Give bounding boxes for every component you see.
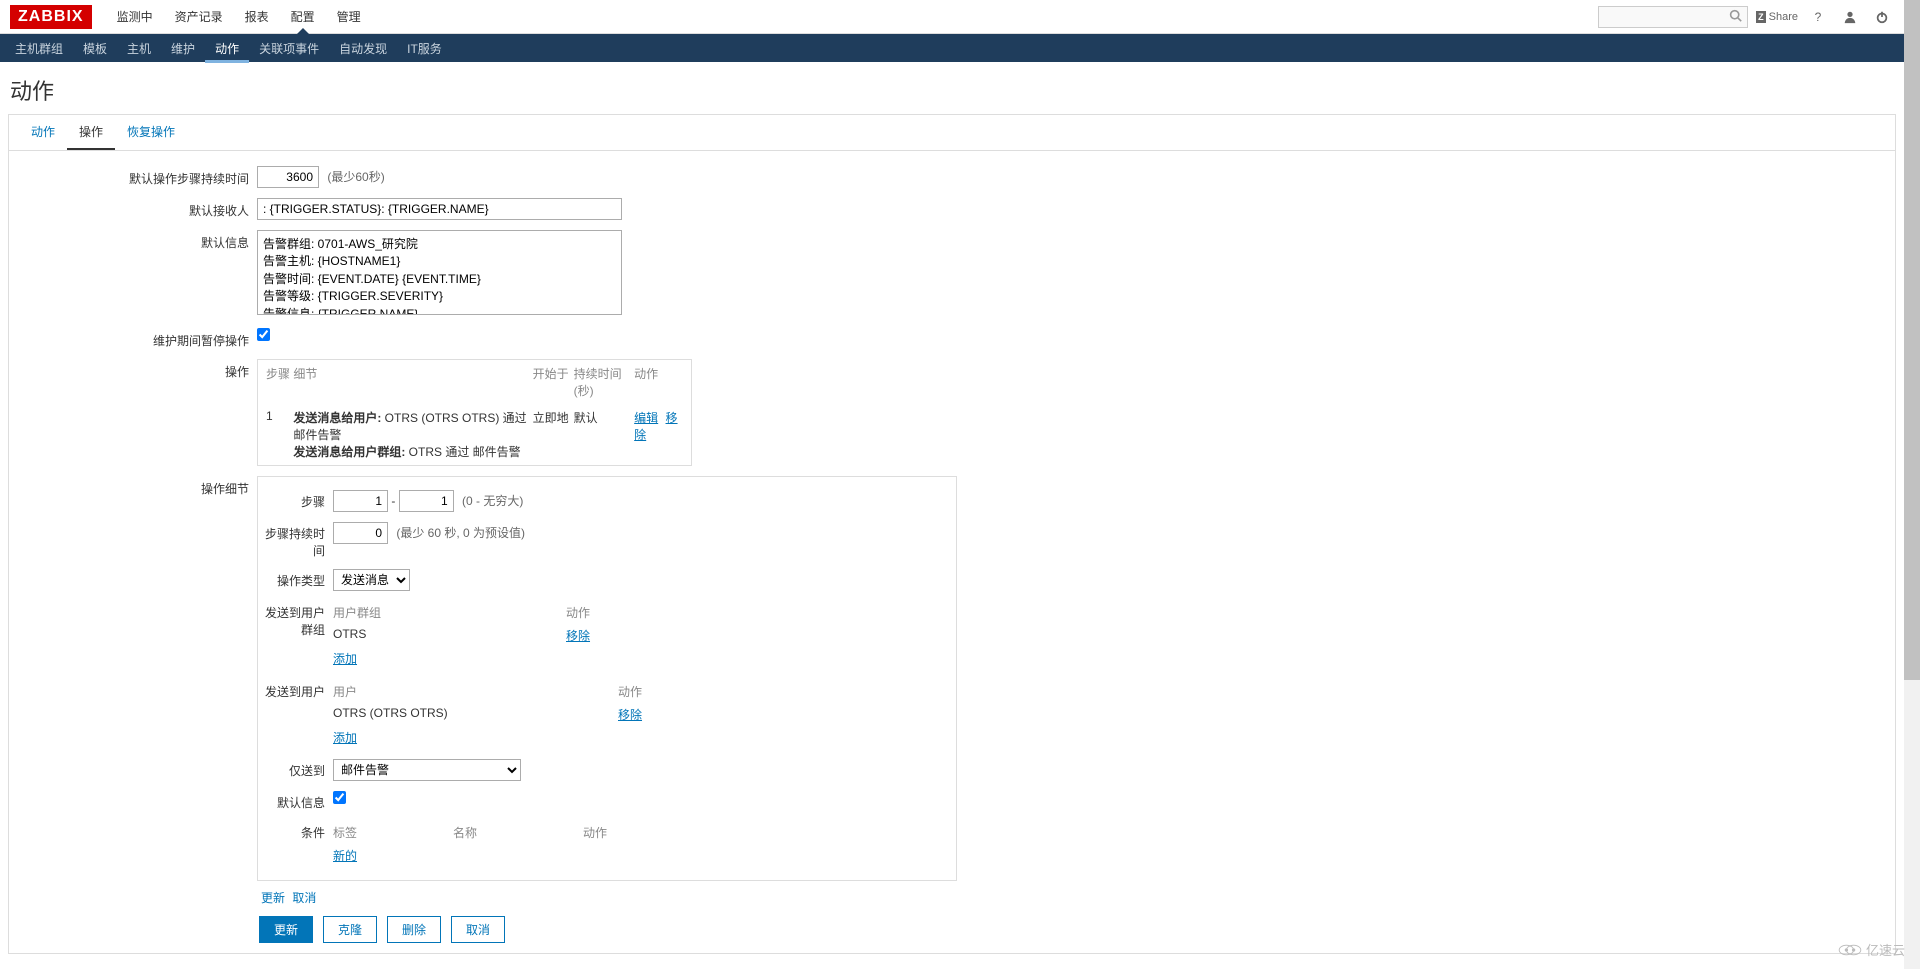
- th-cond-name: 名称: [453, 824, 583, 841]
- operation-details-box: 步骤 - (0 - 无穷大) 步骤持续时间 (最少 6: [257, 476, 957, 881]
- ops-step: 1: [266, 409, 293, 460]
- dlabel-send-group: 发送到用户群组: [258, 601, 333, 638]
- watermark: 亿速云: [1838, 940, 1905, 959]
- topbar-right: ZShare ?: [1598, 5, 1894, 29]
- list-item: OTRS 移除: [333, 624, 956, 647]
- label-operations: 操作: [9, 359, 257, 380]
- subnav-discovery[interactable]: 自动发现: [329, 34, 397, 63]
- group-name: OTRS: [333, 627, 566, 644]
- tab-operations[interactable]: 操作: [67, 115, 115, 150]
- th-action-2: 动作: [618, 683, 678, 700]
- logo[interactable]: ZABBIX: [10, 5, 92, 29]
- dlabel-op-type: 操作类型: [258, 569, 333, 589]
- update-button[interactable]: 更新: [259, 916, 313, 943]
- group-remove-link[interactable]: 移除: [566, 629, 590, 643]
- scrollbar[interactable]: [1904, 0, 1920, 969]
- label-default-step-duration: 默认操作步骤持续时间: [9, 166, 257, 187]
- scrollbar-thumb[interactable]: [1904, 0, 1920, 680]
- subnav-hosts[interactable]: 主机: [117, 34, 161, 63]
- subnav-hostgroups[interactable]: 主机群组: [5, 34, 73, 63]
- cancel-button[interactable]: 取消: [451, 916, 505, 943]
- form-buttons: 更新 克隆 删除 取消: [259, 916, 1895, 943]
- group-add-link[interactable]: 添加: [333, 650, 357, 667]
- ops-h-dur: 持续时间(秒): [574, 365, 635, 399]
- operations-table: 步骤 细节 开始于 持续时间(秒) 动作 1 发送消息给用户: OTRS (OT…: [257, 359, 692, 466]
- topnav-inventory[interactable]: 资产记录: [165, 0, 233, 33]
- subnav-maintenance[interactable]: 维护: [161, 34, 205, 63]
- dlabel-only-send: 仅送到: [258, 759, 333, 779]
- checkbox-pause-maintenance[interactable]: [257, 328, 270, 341]
- ops-dur: 默认: [574, 409, 635, 460]
- label-default-recipient: 默认接收人: [9, 198, 257, 219]
- input-default-recipient[interactable]: [257, 198, 622, 220]
- detail-update-link[interactable]: 更新: [261, 891, 285, 905]
- label-operation-details: 操作细节: [9, 476, 257, 497]
- user-remove-link[interactable]: 移除: [618, 708, 642, 722]
- input-default-step-duration[interactable]: [257, 166, 319, 188]
- label-pause-maintenance: 维护期间暂停操作: [9, 328, 257, 349]
- tab-action[interactable]: 动作: [19, 115, 67, 150]
- tab-recovery[interactable]: 恢复操作: [115, 115, 187, 150]
- user-icon[interactable]: [1838, 5, 1862, 29]
- user-name: OTRS (OTRS OTRS): [333, 706, 618, 723]
- label-default-message: 默认信息: [9, 230, 257, 251]
- topnav-reports[interactable]: 报表: [235, 0, 279, 33]
- table-row: 1 发送消息给用户: OTRS (OTRS OTRS) 通过 邮件告警 发送消息…: [258, 404, 691, 465]
- input-default-message[interactable]: [257, 230, 622, 315]
- topnav-monitoring[interactable]: 监测中: [107, 0, 163, 33]
- list-item: OTRS (OTRS OTRS) 移除: [333, 703, 956, 726]
- dlabel-default-msg: 默认信息: [258, 791, 333, 811]
- detail-cancel-link[interactable]: 取消: [292, 891, 316, 905]
- ops-h-act: 动作: [634, 365, 683, 399]
- th-user: 用户: [333, 683, 618, 700]
- dlabel-step: 步骤: [258, 490, 333, 510]
- user-add-link[interactable]: 添加: [333, 729, 357, 746]
- clone-button[interactable]: 克隆: [323, 916, 377, 943]
- topnav-config[interactable]: 配置: [281, 0, 325, 33]
- checkbox-default-msg[interactable]: [333, 791, 346, 804]
- input-step-from[interactable]: [333, 490, 388, 512]
- search-input[interactable]: [1598, 6, 1748, 28]
- ops-edit-link[interactable]: 编辑: [634, 411, 658, 425]
- page-title: 动作: [0, 62, 1904, 114]
- hint-default-step-duration: (最少60秒): [327, 170, 384, 184]
- power-icon[interactable]: [1870, 5, 1894, 29]
- subnav-itservices[interactable]: IT服务: [397, 34, 452, 63]
- topbar: ZABBIX 监测中 资产记录 报表 配置 管理 ZShare ?: [0, 0, 1904, 34]
- share-button[interactable]: ZShare: [1756, 11, 1798, 23]
- select-only-send[interactable]: 邮件告警: [333, 759, 521, 781]
- ops-h-detail: 细节: [293, 365, 532, 399]
- delete-button[interactable]: 删除: [387, 916, 441, 943]
- th-action: 动作: [566, 604, 626, 621]
- search-icon: [1729, 9, 1742, 25]
- ops-h-step: 步骤: [266, 365, 293, 399]
- help-icon[interactable]: ?: [1806, 5, 1830, 29]
- cond-new-link[interactable]: 新的: [333, 847, 357, 864]
- topnav-admin[interactable]: 管理: [327, 0, 371, 33]
- ops-start: 立即地: [533, 409, 574, 460]
- hint-step: (0 - 无穷大): [462, 494, 523, 508]
- ops-h-start: 开始于: [533, 365, 574, 399]
- input-step-duration[interactable]: [333, 522, 388, 544]
- top-nav: 监测中 资产记录 报表 配置 管理: [107, 0, 1599, 33]
- ops-detail: 发送消息给用户: OTRS (OTRS OTRS) 通过 邮件告警 发送消息给用…: [293, 409, 532, 460]
- subnav-templates[interactable]: 模板: [73, 34, 117, 63]
- dlabel-send-user: 发送到用户: [258, 680, 333, 700]
- dlabel-conditions: 条件: [258, 821, 333, 841]
- th-cond-label: 标签: [333, 824, 453, 841]
- hint-step-duration: (最少 60 秒, 0 为预设值): [396, 526, 525, 540]
- dlabel-step-duration: 步骤持续时间: [258, 522, 333, 559]
- tabs: 动作 操作 恢复操作: [9, 115, 1895, 151]
- subnav-correlation[interactable]: 关联项事件: [249, 34, 329, 63]
- content-box: 动作 操作 恢复操作 默认操作步骤持续时间 (最少60秒) 默认接收人 默认信息: [8, 114, 1896, 954]
- input-step-to[interactable]: [399, 490, 454, 512]
- subnav-actions[interactable]: 动作: [205, 34, 249, 63]
- th-user-group: 用户群组: [333, 604, 566, 621]
- select-op-type[interactable]: 发送消息: [333, 569, 410, 591]
- th-cond-action: 动作: [583, 824, 643, 841]
- sub-nav: 主机群组 模板 主机 维护 动作 关联项事件 自动发现 IT服务: [0, 34, 1904, 62]
